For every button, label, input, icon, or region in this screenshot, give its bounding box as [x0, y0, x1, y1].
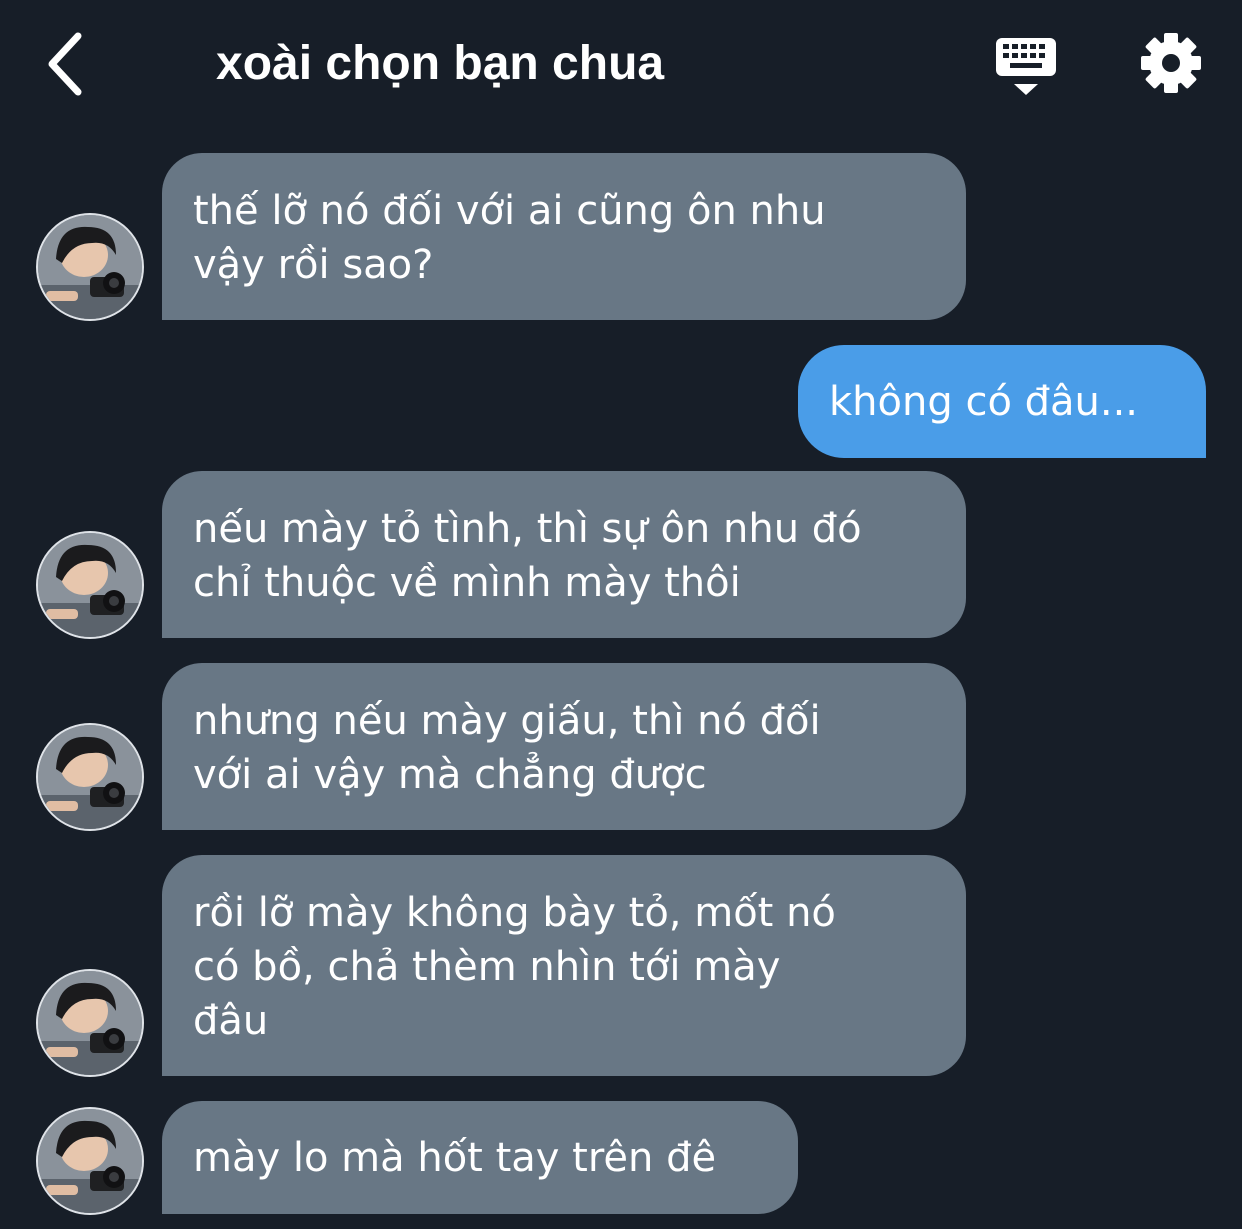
- avatar[interactable]: [36, 969, 144, 1077]
- chat-title: xoài chọn bạn chua: [216, 37, 665, 90]
- avatar[interactable]: [36, 213, 144, 321]
- message-line: rồi lỡ mày không bày tỏ, mốt nó: [193, 890, 836, 936]
- message-bubble-incoming: rồi lỡ mày không bày tỏ, mốt nó có bồ, c…: [162, 855, 966, 1076]
- back-button[interactable]: [40, 30, 96, 98]
- chevron-left-icon: [48, 32, 82, 96]
- message-bubble-incoming: nếu mày tỏ tình, thì sự ôn nhu đó chỉ th…: [162, 471, 966, 638]
- message-bubble-outgoing: không có đâu...: [798, 345, 1206, 458]
- message-line: vậy rồi sao?: [193, 242, 434, 288]
- message-line: thế lỡ nó đối với ai cũng ôn nhu: [193, 188, 826, 234]
- keyboard-icon: [996, 38, 1056, 95]
- message-line: chỉ thuộc về mình mày thôi: [193, 560, 741, 606]
- message-line: nhưng nếu mày giấu, thì nó đối: [193, 698, 821, 744]
- message-line: mày lo mà hốt tay trên đê: [193, 1135, 717, 1181]
- message-line: đâu: [193, 998, 269, 1044]
- gear-icon: [1141, 33, 1201, 93]
- message-line: không có đâu...: [829, 379, 1139, 425]
- message-line: nếu mày tỏ tình, thì sự ôn nhu đó: [193, 506, 862, 552]
- message-line: có bồ, chả thèm nhìn tới mày: [193, 944, 781, 990]
- settings-button[interactable]: [1138, 30, 1204, 96]
- message-bubble-incoming: thế lỡ nó đối với ai cũng ôn nhu vậy rồi…: [162, 153, 966, 320]
- message-line: với ai vậy mà chẳng được: [193, 752, 707, 798]
- message-bubble-incoming: mày lo mà hốt tay trên đê: [162, 1101, 798, 1214]
- avatar[interactable]: [36, 531, 144, 639]
- avatar[interactable]: [36, 723, 144, 831]
- keyboard-toggle-button[interactable]: [992, 34, 1060, 98]
- avatar[interactable]: [36, 1107, 144, 1215]
- message-bubble-incoming: nhưng nếu mày giấu, thì nó đối với ai vậ…: [162, 663, 966, 830]
- chat-header: xoài chọn bạn chua: [0, 0, 1242, 130]
